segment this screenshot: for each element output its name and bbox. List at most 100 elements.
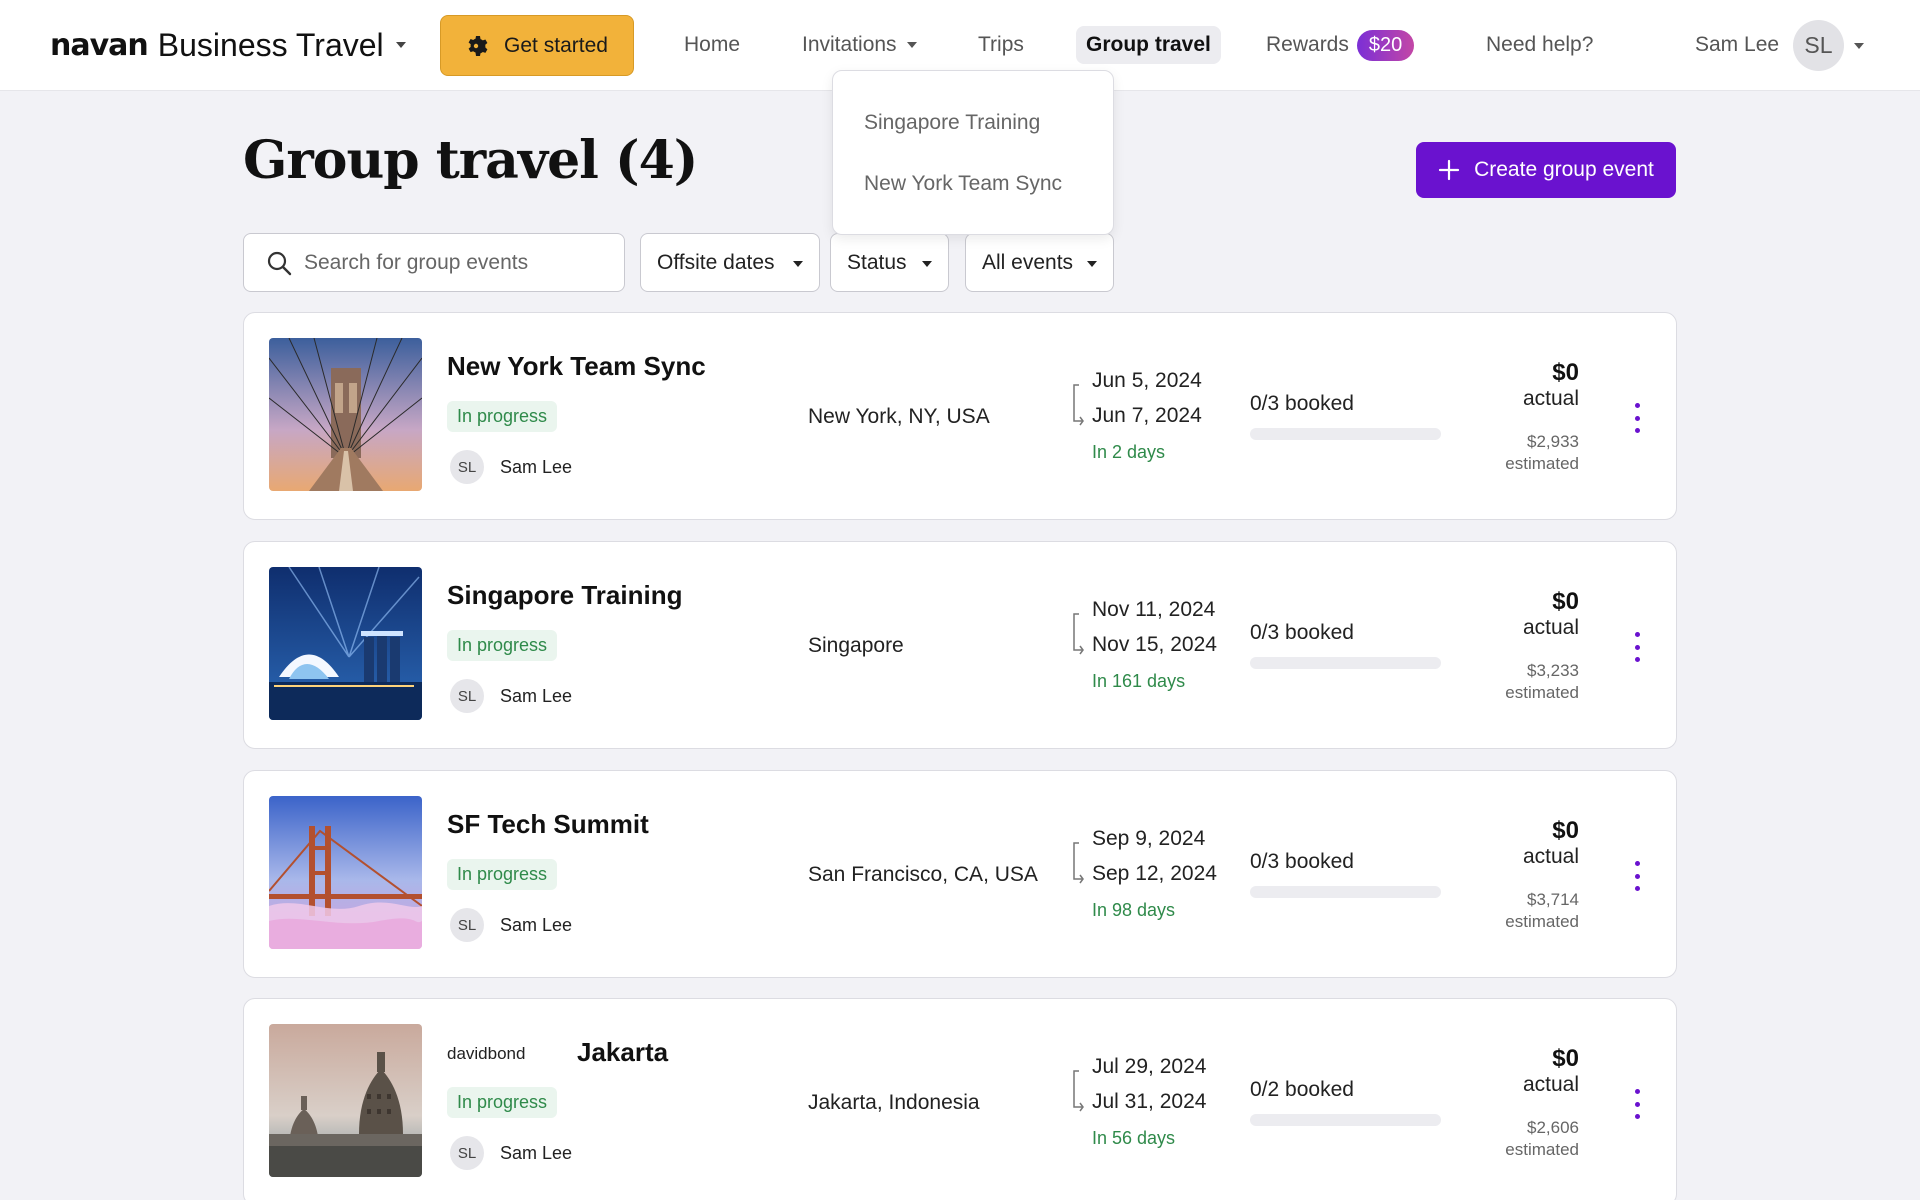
booked-progress-bar bbox=[1250, 886, 1441, 898]
event-end-date: Jun 7, 2024 bbox=[1092, 404, 1202, 427]
actual-cost-label: actual bbox=[1522, 616, 1579, 639]
event-start-date: Sep 9, 2024 bbox=[1092, 827, 1206, 850]
navan-logo: navan bbox=[50, 27, 149, 63]
nav-rewards[interactable]: Rewards $20 bbox=[1266, 26, 1415, 64]
actual-cost: $0 bbox=[1552, 1045, 1579, 1072]
group-event-card[interactable]: SF Tech Summit In progress SL Sam Lee Sa… bbox=[243, 770, 1677, 978]
get-started-label: Get started bbox=[504, 33, 608, 57]
booked-count: 0/3 booked bbox=[1250, 392, 1354, 415]
event-image bbox=[269, 567, 422, 720]
date-range-arrow-icon bbox=[1073, 842, 1084, 884]
kebab-menu-icon[interactable] bbox=[1629, 861, 1645, 891]
event-end-date: Sep 12, 2024 bbox=[1092, 862, 1217, 885]
event-start-date: Jun 5, 2024 bbox=[1092, 369, 1202, 392]
estimated-cost-label: estimated bbox=[1505, 1140, 1579, 1159]
actual-cost: $0 bbox=[1552, 588, 1579, 615]
chevron-down-icon bbox=[793, 261, 803, 267]
status-badge: In progress bbox=[447, 1087, 558, 1118]
booked-progress-bar bbox=[1250, 428, 1441, 440]
actual-cost-label: actual bbox=[1522, 1073, 1579, 1096]
booked-progress-bar bbox=[1250, 1114, 1441, 1126]
estimated-cost: $2,933 bbox=[1527, 432, 1579, 451]
organizer-avatar: SL bbox=[450, 1136, 484, 1170]
chevron-down-icon bbox=[395, 42, 406, 48]
search-box bbox=[243, 233, 625, 292]
event-end-date: Nov 15, 2024 bbox=[1092, 633, 1217, 656]
event-title[interactable]: SF Tech Summit bbox=[447, 809, 649, 840]
event-start-date: Jul 29, 2024 bbox=[1092, 1055, 1207, 1078]
offsite-dates-filter[interactable]: Offsite dates bbox=[640, 233, 820, 292]
status-filter-label: Status bbox=[847, 250, 907, 274]
event-countdown: In 2 days bbox=[1092, 442, 1166, 462]
kebab-menu-icon[interactable] bbox=[1629, 632, 1645, 662]
date-range-arrow-icon bbox=[1073, 384, 1084, 426]
search-icon bbox=[267, 251, 292, 275]
kebab-menu-icon[interactable] bbox=[1629, 403, 1645, 433]
get-started-button[interactable]: Get started bbox=[440, 15, 634, 76]
nav-home[interactable]: Home bbox=[684, 26, 740, 64]
group-event-card[interactable]: New York Team Sync In progress SL Sam Le… bbox=[243, 312, 1677, 520]
kebab-menu-icon[interactable] bbox=[1629, 1089, 1645, 1119]
event-image bbox=[269, 796, 422, 949]
booked-progress-bar bbox=[1250, 657, 1441, 669]
nav-invitations-label: Invitations bbox=[802, 33, 897, 56]
event-start-date: Nov 11, 2024 bbox=[1092, 598, 1216, 621]
page-title: Group travel (4) bbox=[243, 130, 698, 191]
event-countdown: In 161 days bbox=[1092, 671, 1186, 691]
organizer-avatar: SL bbox=[450, 450, 484, 484]
chevron-down-icon bbox=[922, 261, 932, 267]
event-location: San Francisco, CA, USA bbox=[808, 863, 1038, 886]
estimated-cost-label: estimated bbox=[1505, 683, 1579, 702]
estimated-cost: $2,606 bbox=[1527, 1118, 1579, 1137]
booked-count: 0/3 booked bbox=[1250, 850, 1354, 873]
nav-rewards-label: Rewards bbox=[1266, 33, 1349, 56]
estimated-cost: $3,714 bbox=[1527, 890, 1579, 909]
event-title[interactable]: New York Team Sync bbox=[447, 351, 706, 382]
all-events-label: All events bbox=[982, 250, 1074, 274]
group-event-card[interactable]: davidbond Jakarta In progress SL Sam Lee… bbox=[243, 998, 1677, 1200]
invitations-dropdown: Singapore Training New York Team Sync bbox=[832, 70, 1114, 235]
status-badge: In progress bbox=[447, 630, 558, 661]
nav-group-travel[interactable]: Group travel bbox=[1076, 26, 1221, 64]
organizer-name: Sam Lee bbox=[500, 686, 573, 706]
estimated-cost-label: estimated bbox=[1505, 454, 1579, 473]
brand-product-name: Business Travel bbox=[157, 26, 384, 63]
all-events-filter[interactable]: All events bbox=[965, 233, 1114, 292]
event-title[interactable]: Jakarta bbox=[577, 1037, 668, 1068]
nav-trips[interactable]: Trips bbox=[978, 26, 1024, 64]
invitation-item[interactable]: New York Team Sync bbox=[864, 172, 1062, 196]
event-location: Singapore bbox=[808, 634, 904, 657]
chevron-down-icon bbox=[906, 42, 917, 48]
user-avatar[interactable]: SL bbox=[1793, 20, 1844, 71]
gear-icon bbox=[468, 35, 488, 56]
nav-invitations[interactable]: Invitations bbox=[802, 26, 917, 64]
event-end-date: Jul 31, 2024 bbox=[1092, 1090, 1207, 1113]
organizer-name: Sam Lee bbox=[500, 457, 573, 477]
create-group-event-label: Create group event bbox=[1474, 158, 1654, 181]
event-image bbox=[269, 1024, 422, 1177]
invitation-item[interactable]: Singapore Training bbox=[864, 111, 1040, 135]
event-location: Jakarta, Indonesia bbox=[808, 1091, 980, 1114]
booked-count: 0/2 booked bbox=[1250, 1078, 1354, 1101]
search-input[interactable] bbox=[304, 250, 604, 275]
organizer-avatar: SL bbox=[450, 908, 484, 942]
date-range-arrow-icon bbox=[1073, 1070, 1084, 1112]
organizer-avatar: SL bbox=[450, 679, 484, 713]
group-event-card[interactable]: Singapore Training In progress SL Sam Le… bbox=[243, 541, 1677, 749]
nav-need-help[interactable]: Need help? bbox=[1486, 26, 1593, 64]
status-filter[interactable]: Status bbox=[830, 233, 949, 292]
chevron-down-icon[interactable] bbox=[1854, 43, 1864, 49]
plus-icon bbox=[1438, 159, 1460, 181]
rewards-balance-badge: $20 bbox=[1356, 29, 1415, 61]
event-countdown: In 56 days bbox=[1092, 1128, 1176, 1148]
event-image bbox=[269, 338, 422, 491]
actual-cost: $0 bbox=[1552, 359, 1579, 386]
brand-switcher[interactable]: navan Business Travel bbox=[50, 24, 406, 66]
create-group-event-button[interactable]: Create group event bbox=[1416, 142, 1676, 198]
date-range-arrow-icon bbox=[1073, 613, 1084, 655]
user-name[interactable]: Sam Lee bbox=[1695, 26, 1779, 64]
actual-cost: $0 bbox=[1552, 817, 1579, 844]
event-title[interactable]: Singapore Training bbox=[447, 580, 682, 611]
organizer-name: Sam Lee bbox=[500, 915, 573, 935]
status-badge: In progress bbox=[447, 859, 558, 890]
